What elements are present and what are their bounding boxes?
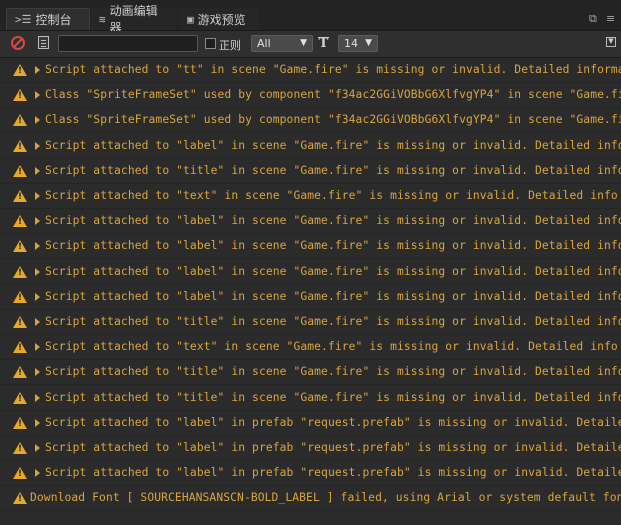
log-entry[interactable]: ! Script attached to "label" in prefab "r… [0, 436, 621, 461]
regex-label: 正则 [219, 39, 241, 52]
log-message: Script attached to "text" in scene "Game… [45, 189, 618, 202]
expand-caret-icon[interactable] [35, 368, 40, 377]
warning-icon: ! [13, 265, 27, 278]
log-message: Script attached to "label" in scene "Gam… [45, 289, 621, 303]
expand-caret-icon[interactable] [35, 393, 40, 402]
expand-caret-icon[interactable] [35, 192, 40, 200]
log-entry[interactable]: ! Script attached to "label" in scene "Ga… [0, 234, 621, 260]
expand-caret-icon[interactable] [35, 217, 40, 226]
log-entry[interactable]: ! Script attached to "text" in scene "Gam… [0, 335, 621, 361]
log-entry[interactable]: ! Script attached to "label" in prefab "r… [0, 411, 621, 436]
warning-icon: ! [13, 341, 27, 354]
log-message: Script attached to "label" in scene "Gam… [45, 264, 621, 278]
warning-icon: ! [13, 416, 27, 429]
log-message: Download Font [ SOURCEHANSANSCN-BOLD_LAB… [30, 491, 621, 505]
log-entry[interactable]: ! Script attached to "label" in scene "Ga… [0, 134, 621, 159]
log-message: Script attached to "title" in scene "Gam… [45, 315, 621, 328]
expand-caret-icon[interactable] [35, 116, 40, 125]
log-entry[interactable]: ! Class "SpriteFrameSet" used by componen… [0, 108, 621, 134]
expand-caret-icon[interactable] [35, 343, 40, 352]
chevron-down-icon: ▼ [300, 38, 307, 48]
warning-icon: ! [13, 114, 27, 127]
log-entry[interactable]: ! Download Font [ SOURCEHANSANSCN-BOLD_LA… [0, 486, 621, 512]
warning-icon: ! [13, 366, 27, 379]
log-entry[interactable]: ! Class "SpriteFrameSet" used by componen… [0, 83, 621, 109]
open-log-file-button[interactable] [38, 36, 49, 49]
log-entry[interactable]: ! Script attached to "title" in scene "Ga… [0, 386, 621, 411]
panel-menu-icon[interactable]: ≡ [606, 12, 615, 25]
expand-caret-icon[interactable] [35, 267, 40, 276]
log-message: Script attached to "label" in scene "Gam… [45, 138, 621, 152]
warning-icon: ! [13, 89, 27, 102]
log-level-value: All [257, 37, 271, 50]
tab-animation-editor[interactable]: ≋ 动画编辑器 [91, 4, 177, 35]
log-list[interactable]: ! Script attached to "tt" in scene "Game.… [0, 58, 621, 525]
font-size-icon: T [318, 36, 329, 51]
clear-log-button[interactable] [11, 36, 25, 50]
expand-caret-icon[interactable] [35, 141, 40, 150]
expand-caret-icon[interactable] [35, 66, 40, 74]
search-input[interactable] [58, 35, 198, 52]
log-message: Script attached to "label" in prefab "re… [45, 441, 621, 454]
log-entry[interactable]: ! Script attached to "label" in scene "Ga… [0, 260, 621, 285]
chevron-down-icon: ▼ [365, 38, 372, 48]
log-entry[interactable]: ! Script attached to "label" in scene "Ga… [0, 209, 621, 235]
tab-console[interactable]: >☰ 控制台 [6, 8, 90, 30]
warning-icon: ! [13, 290, 27, 303]
log-message: Script attached to "label" in scene "Gam… [45, 239, 621, 253]
log-entry[interactable]: ! Script attached to "title" in scene "Ga… [0, 360, 621, 386]
log-entry[interactable]: ! Script attached to "label" in prefab "r… [0, 461, 621, 487]
terminal-icon: >☰ [15, 13, 32, 26]
log-message: Script attached to "title" in scene "Gam… [45, 390, 621, 404]
warning-icon: ! [13, 391, 27, 404]
font-size-select[interactable]: 14 ▼ [338, 35, 378, 52]
log-entry[interactable]: ! Script attached to "tt" in scene "Game.… [0, 58, 621, 83]
log-entry[interactable]: ! Script attached to "text" in scene "Gam… [0, 184, 621, 209]
maximize-icon[interactable]: ⧉ [589, 12, 597, 26]
expand-caret-icon[interactable] [35, 469, 40, 478]
log-message: Script attached to "text" in scene "Game… [45, 340, 618, 354]
log-entry[interactable]: ! Script attached to "title" in scene "Ga… [0, 159, 621, 184]
log-message: Script attached to "label" in prefab "re… [45, 415, 621, 429]
tab-game-preview-label: 游戏预览 [197, 12, 246, 27]
warning-icon: ! [13, 164, 27, 177]
preview-icon: ▣ [187, 12, 194, 26]
animation-icon: ≋ [99, 12, 106, 26]
regex-checkbox[interactable] [205, 38, 216, 49]
log-message: Class "SpriteFrameSet" used by component… [45, 113, 621, 127]
log-message: Script attached to "label" in scene "Gam… [45, 214, 621, 228]
expand-caret-icon[interactable] [35, 292, 40, 301]
console-toolbar: 正则 All ▼ T 14 ▼ ▼ [0, 31, 621, 58]
warning-icon: ! [13, 190, 27, 202]
log-entry[interactable]: ! Script attached to "title" in scene "Ga… [0, 310, 621, 335]
warning-icon: ! [13, 467, 27, 480]
warning-icon: ! [13, 316, 27, 328]
log-message: Script attached to "title" in scene "Gam… [45, 365, 621, 379]
collapse-toggle-icon[interactable]: ▼ [606, 37, 616, 47]
expand-caret-icon[interactable] [35, 444, 40, 452]
expand-caret-icon[interactable] [35, 242, 40, 251]
warning-icon: ! [13, 442, 27, 454]
log-level-select[interactable]: All ▼ [251, 35, 313, 52]
expand-caret-icon[interactable] [35, 318, 40, 326]
warning-icon: ! [13, 492, 27, 505]
expand-caret-icon[interactable] [35, 166, 40, 175]
log-message: Script attached to "tt" in scene "Game.f… [45, 63, 621, 76]
warning-icon: ! [13, 139, 27, 152]
log-entry[interactable]: ! Script attached to "label" in scene "Ga… [0, 285, 621, 310]
log-message: Script attached to "label" in prefab "re… [45, 466, 621, 480]
log-message: Script attached to "title" in scene "Gam… [45, 163, 621, 177]
warning-icon: ! [13, 240, 27, 253]
warning-icon: ! [13, 215, 27, 228]
tab-game-preview[interactable]: ▣ 游戏预览 [179, 8, 259, 30]
panel-tab-bar: >☰ 控制台 ≋ 动画编辑器 ▣ 游戏预览 ⧉ ≡ [0, 0, 621, 35]
font-size-value: 14 [344, 37, 358, 50]
log-message: Class "SpriteFrameSet" used by component… [45, 88, 621, 102]
warning-icon: ! [13, 64, 27, 76]
tab-console-label: 控制台 [35, 13, 72, 27]
expand-caret-icon[interactable] [35, 418, 40, 427]
expand-caret-icon[interactable] [35, 91, 40, 100]
